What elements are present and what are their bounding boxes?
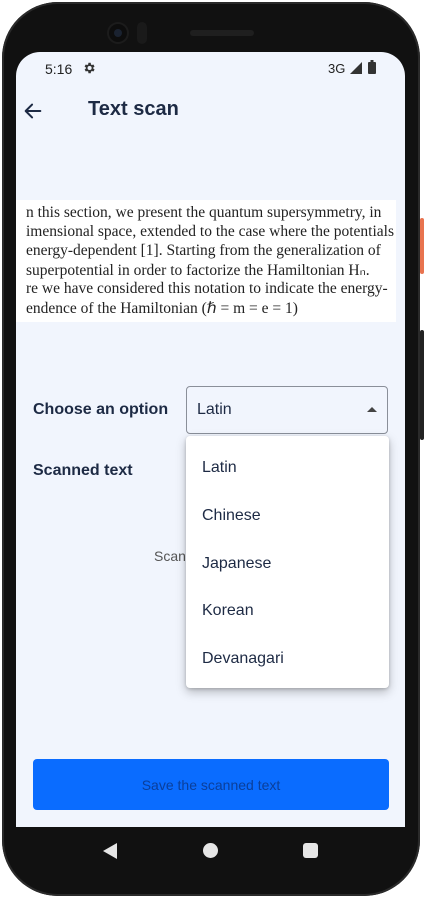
battery-icon [368,60,376,74]
caret-up-icon [367,407,377,412]
choose-option-label: Choose an option [33,401,169,418]
dropdown-option-latin[interactable]: Latin [202,459,372,483]
scanned-image: n this section, we present the quantum s… [16,200,396,322]
scanned-text-label: Scanned text [33,462,133,479]
power-button [420,218,424,274]
network-type: 3G [328,61,346,76]
proximity-sensor [137,22,147,44]
save-button-label: Save the scanned text [141,776,281,793]
nav-back-icon[interactable] [103,843,117,859]
language-select[interactable]: Latin [186,386,388,434]
page-title: Text scan [88,98,179,120]
gear-icon [84,62,95,74]
system-nav-bar [16,827,405,874]
scan-line: n this section, we present the quantum s… [26,204,382,221]
status-time: 5:16 [45,61,73,77]
dropdown-option-japanese[interactable]: Japanese [202,555,372,579]
back-arrow-icon[interactable] [22,100,44,122]
scan-line: re we have considered this notation to i… [26,280,388,297]
earpiece-speaker [190,30,254,36]
scan-line: imensional space, extended to the case w… [26,223,394,240]
dropdown-option-devanagari[interactable]: Devanagari [202,650,372,674]
scan-line: endence of the Hamiltonian (ℏ = m = e = … [26,300,298,317]
scan-line: energy-dependent [1]. Starting from the … [26,242,381,259]
volume-button [420,330,424,440]
language-dropdown-menu: Latin Chinese Japanese Korean Devanagari [186,436,389,688]
nav-home-icon[interactable] [203,843,218,858]
app-bar: Text scan [16,86,405,136]
save-scanned-text-button[interactable]: Save the scanned text [33,759,389,810]
front-camera [109,24,127,42]
scan-line: superpotential in order to factorize the… [26,262,370,279]
signal-icon [350,62,362,74]
scanned-text-hint: Scan [154,548,186,564]
status-bar: 5:16 3G [16,52,405,86]
dropdown-option-chinese[interactable]: Chinese [202,507,372,531]
dropdown-option-korean[interactable]: Korean [202,602,372,626]
app-screen: 5:16 3G Text scan n this section, we pre… [16,52,405,827]
nav-recents-icon[interactable] [303,843,318,858]
select-value: Latin [197,401,232,418]
